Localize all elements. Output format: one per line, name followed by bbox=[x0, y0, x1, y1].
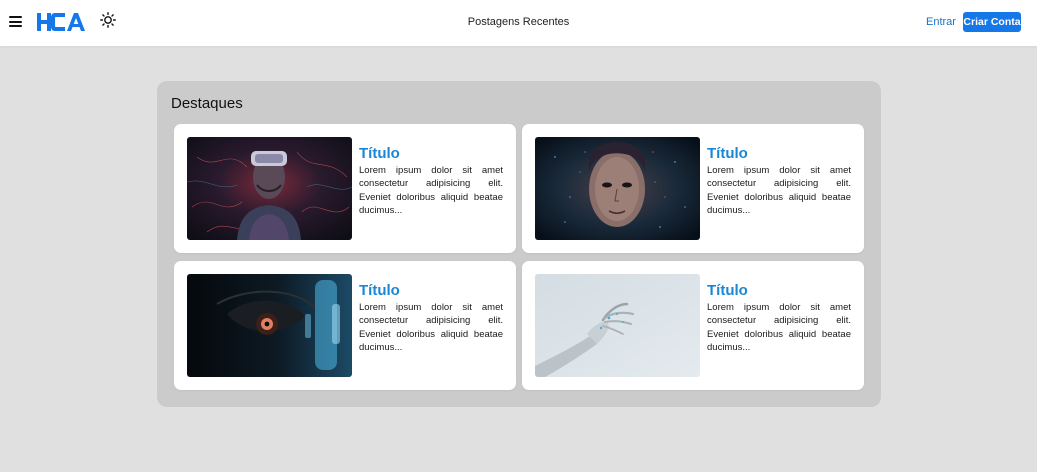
top-navbar: Postagens Recentes Entrar Criar Conta bbox=[0, 0, 1037, 46]
post-title[interactable]: Título bbox=[359, 282, 400, 299]
post-excerpt: Lorem ipsum dolor sit amet consectetur a… bbox=[359, 165, 503, 216]
post-image[interactable] bbox=[535, 274, 700, 377]
post-title[interactable]: Título bbox=[359, 145, 400, 162]
post-image[interactable] bbox=[187, 137, 352, 240]
post-image[interactable] bbox=[535, 137, 700, 240]
featured-panel: Destaques Título Lorem ipsum dolor sit a… bbox=[157, 81, 881, 407]
post-excerpt: Lorem ipsum dolor sit amet consectetur a… bbox=[707, 165, 851, 216]
page-title: Postagens Recentes bbox=[467, 16, 570, 28]
post-card[interactable]: Título Lorem ipsum dolor sit amet consec… bbox=[522, 124, 864, 253]
post-card[interactable]: Título Lorem ipsum dolor sit amet consec… bbox=[174, 261, 516, 390]
post-card[interactable]: Título Lorem ipsum dolor sit amet consec… bbox=[522, 261, 864, 390]
post-title[interactable]: Título bbox=[707, 145, 748, 162]
post-title[interactable]: Título bbox=[707, 282, 748, 299]
signup-button[interactable]: Criar Conta bbox=[963, 12, 1021, 32]
post-excerpt: Lorem ipsum dolor sit amet consectetur a… bbox=[359, 302, 503, 353]
featured-heading: Destaques bbox=[171, 95, 243, 112]
post-card[interactable]: Título Lorem ipsum dolor sit amet consec… bbox=[174, 124, 516, 253]
post-image[interactable] bbox=[187, 274, 352, 377]
post-excerpt: Lorem ipsum dolor sit amet consectetur a… bbox=[707, 302, 851, 353]
login-link[interactable]: Entrar bbox=[926, 16, 956, 28]
